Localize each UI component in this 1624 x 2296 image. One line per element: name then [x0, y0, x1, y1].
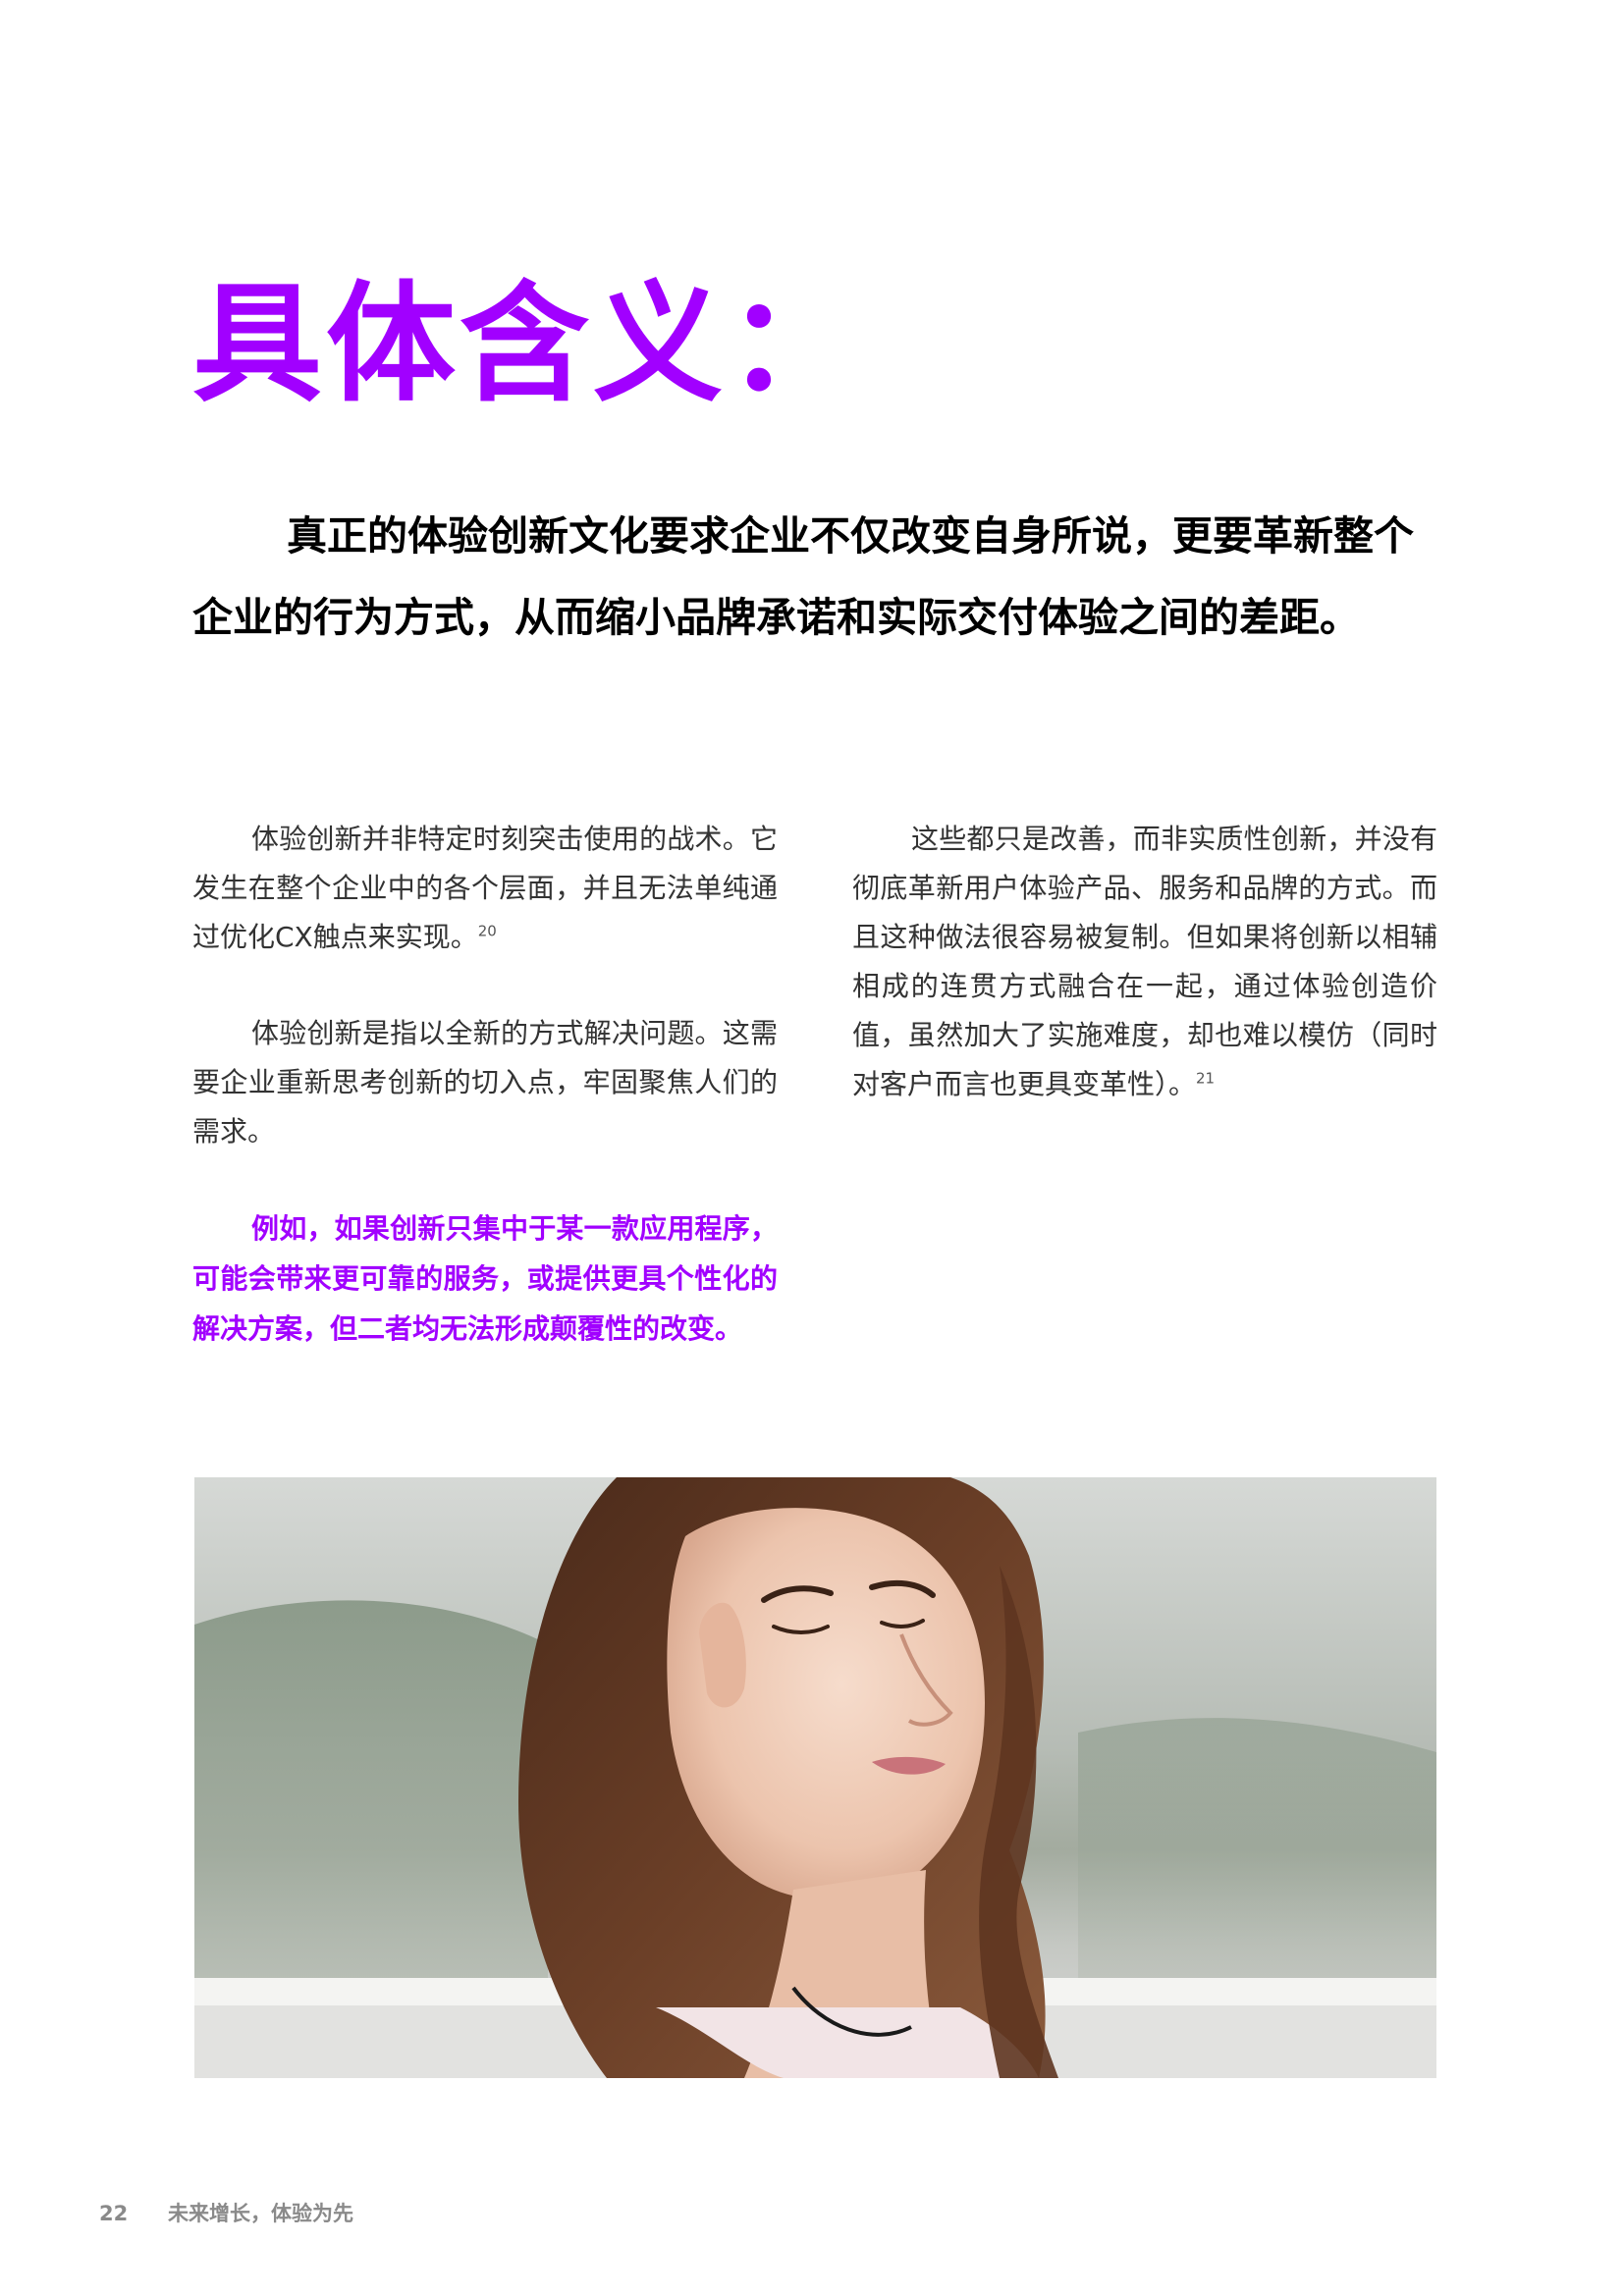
woman-portrait-photo: [194, 1477, 1436, 2078]
report-title: 未来增长，体验为先: [168, 2202, 353, 2225]
page-number: 22: [99, 2202, 129, 2225]
body-paragraph-1: 体验创新并非特定时刻突击使用的战术。它发生在整个企业中的各个层面，并且无法单纯通…: [192, 815, 778, 962]
lead-statement: 真正的体验创新文化要求企业不仅改变自身所说，更要革新整个企业的行为方式，从而缩小…: [192, 512, 1414, 641]
body-paragraph-3-text: 这些都只是改善，而非实质性创新，并没有彻底革新用户体验产品、服务和品牌的方式。而…: [852, 823, 1437, 1100]
footnote-ref-21: 21: [1196, 1069, 1216, 1088]
portrait-illustration: [194, 1477, 1436, 2078]
callout-paragraph: 例如，如果创新只集中于某一款应用程序，可能会带来更可靠的服务，或提供更具个性化的…: [192, 1212, 778, 1345]
body-paragraph-3: 这些都只是改善，而非实质性创新，并没有彻底革新用户体验产品、服务和品牌的方式。而…: [852, 815, 1437, 1109]
body-paragraph-2: 体验创新是指以全新的方式解决问题。这需要企业重新思考创新的切入点，牢固聚焦人们的…: [192, 1017, 778, 1148]
page-heading: 具体含义：: [192, 269, 860, 420]
left-column: 体验创新并非特定时刻突击使用的战术。它发生在整个企业中的各个层面，并且无法单纯通…: [192, 815, 778, 1401]
right-column: 这些都只是改善，而非实质性创新，并没有彻底革新用户体验产品、服务和品牌的方式。而…: [852, 815, 1437, 1156]
page-footer: 22 未来增长，体验为先: [99, 2198, 353, 2227]
footnote-ref-20: 20: [477, 922, 497, 940]
